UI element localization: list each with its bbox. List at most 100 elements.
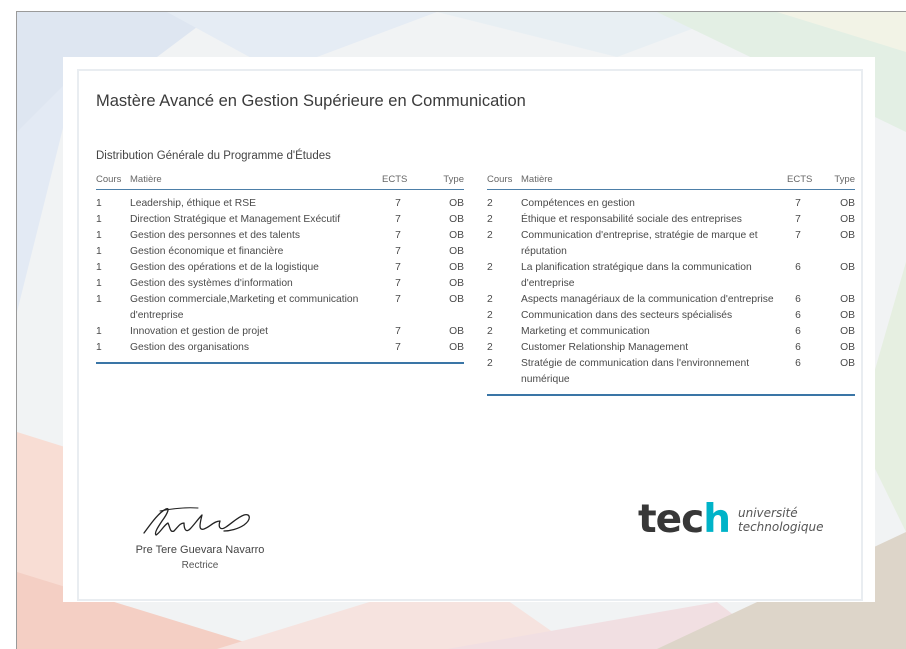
cell-type: OB bbox=[449, 214, 464, 225]
cell-subject: Gestion des opérations et de la logistiq… bbox=[130, 262, 319, 273]
cell-type: OB bbox=[449, 246, 464, 257]
cell-course: 2 bbox=[487, 326, 493, 337]
cell-type: OB bbox=[840, 214, 855, 225]
header-subject: Matière bbox=[521, 173, 787, 190]
cell-type: OB bbox=[449, 230, 464, 241]
table-row: 2 Communication d'entreprise, stratégie d… bbox=[487, 228, 855, 260]
cell-type: OB bbox=[840, 358, 855, 369]
table-row: 1 Gestion économique et financière 7 OB bbox=[96, 244, 464, 260]
cell-course: 2 bbox=[487, 310, 493, 321]
table-row: 1 Direction Stratégique et Management Exé… bbox=[96, 212, 464, 228]
table-row: 2 Marketing et communication 6 OB bbox=[487, 324, 855, 340]
cell-subject: Marketing et communication bbox=[521, 326, 650, 337]
logo-subtitle-line2: technologique bbox=[737, 519, 824, 534]
section-title: Distribution Générale du Programme d'Étu… bbox=[96, 150, 331, 162]
cell-ects: 7 bbox=[795, 214, 801, 225]
table-row: 1 Gestion commerciale,Marketing et commun… bbox=[96, 292, 464, 324]
cell-ects: 7 bbox=[395, 262, 401, 273]
cell-course: 1 bbox=[96, 214, 102, 225]
cell-type: OB bbox=[449, 326, 464, 337]
cell-course: 1 bbox=[96, 230, 102, 241]
logo-word-main: tec bbox=[638, 497, 704, 542]
cell-course: 1 bbox=[96, 342, 102, 353]
cell-subject: Direction Stratégique et Management Exéc… bbox=[130, 214, 341, 225]
cell-type: OB bbox=[840, 342, 855, 353]
logo-word-accent: h bbox=[703, 497, 731, 542]
table-row: 2 Aspects managériaux de la communication… bbox=[487, 292, 855, 308]
logo-subtitle-line1: université bbox=[737, 505, 798, 520]
table-row: 1 Gestion des organisations 7 OB bbox=[96, 340, 464, 363]
cell-ects: 7 bbox=[395, 214, 401, 225]
curriculum-table-year-1: Cours Matière ECTS Type 1 Leadership, éth… bbox=[96, 173, 464, 365]
cell-subject: Leadership, éthique et RSE bbox=[130, 198, 256, 209]
cell-subject: Customer Relationship Management bbox=[521, 342, 689, 353]
cell-ects: 7 bbox=[795, 230, 801, 241]
header-course: Cours bbox=[96, 173, 130, 190]
table-row: 1 Gestion des personnes et des talents 7 OB bbox=[96, 228, 464, 244]
cell-subject: La planification stratégique dans la com… bbox=[521, 262, 752, 289]
table-row: 1 Leadership, éthique et RSE 7 OB bbox=[96, 190, 464, 213]
cell-subject: Innovation et gestion de projet bbox=[130, 326, 268, 337]
university-logo: tec h université technologique bbox=[638, 500, 823, 539]
cell-ects: 6 bbox=[795, 358, 801, 369]
cell-type: OB bbox=[449, 342, 464, 353]
cell-type: OB bbox=[840, 326, 855, 337]
cell-ects: 7 bbox=[795, 198, 801, 209]
cell-course: 1 bbox=[96, 326, 102, 337]
cell-course: 2 bbox=[487, 262, 493, 273]
cell-ects: 6 bbox=[795, 326, 801, 337]
table-bottom-rule bbox=[487, 394, 855, 397]
signer-role: Rectrice bbox=[181, 560, 219, 571]
cell-type: OB bbox=[449, 278, 464, 289]
cell-subject: Gestion commerciale,Marketing et communi… bbox=[130, 294, 359, 321]
cell-type: OB bbox=[840, 230, 855, 241]
cell-subject: Gestion des personnes et des talents bbox=[130, 230, 301, 241]
cell-ects: 6 bbox=[795, 294, 801, 305]
table-header-row: Cours Matière ECTS Type bbox=[487, 173, 855, 190]
cell-ects: 7 bbox=[395, 342, 401, 353]
cell-course: 1 bbox=[96, 262, 102, 273]
cell-type: OB bbox=[840, 310, 855, 321]
cell-course: 2 bbox=[487, 214, 493, 225]
curriculum-table-year-2: Cours Matière ECTS Type 2 Compétences en … bbox=[487, 173, 855, 397]
logo-subtitle: université technologique bbox=[738, 506, 823, 534]
cell-subject: Aspects managériaux de la communication … bbox=[521, 294, 774, 305]
cell-course: 1 bbox=[96, 294, 102, 305]
cell-subject: Gestion des systèmes d'information bbox=[130, 278, 293, 289]
cell-type: OB bbox=[840, 294, 855, 305]
header-course: Cours bbox=[487, 173, 521, 190]
table-row: 2 Éthique et responsabilité sociale des e… bbox=[487, 212, 855, 228]
cell-subject: Éthique et responsabilité sociale des en… bbox=[521, 214, 742, 225]
cell-course: 2 bbox=[487, 358, 493, 369]
cell-subject: Compétences en gestion bbox=[521, 198, 635, 209]
cell-course: 1 bbox=[96, 198, 102, 209]
table-row: 2 Customer Relationship Management 6 OB bbox=[487, 340, 855, 356]
table-body: 2 Compétences en gestion 7 OB 2 Éthique et re… bbox=[487, 190, 855, 396]
table-bottom-rule bbox=[96, 362, 464, 365]
table-row: 1 Gestion des opérations et de la logisti… bbox=[96, 260, 464, 276]
header-subject: Matière bbox=[130, 173, 382, 190]
cell-ects: 7 bbox=[395, 246, 401, 257]
cell-subject: Gestion des organisations bbox=[130, 342, 250, 353]
table-row: 1 Innovation et gestion de projet 7 OB bbox=[96, 324, 464, 340]
cell-subject: Gestion économique et financière bbox=[130, 246, 284, 257]
table-row: 2 La planification stratégique dans la co… bbox=[487, 260, 855, 292]
logo-wordmark: tec h bbox=[638, 497, 731, 542]
cell-ects: 6 bbox=[795, 342, 801, 353]
table-row: 2 Stratégie de communication dans l'envir… bbox=[487, 356, 855, 395]
cell-type: OB bbox=[840, 262, 855, 273]
cell-subject: Stratégie de communication dans l'enviro… bbox=[521, 358, 750, 385]
header-ects: ECTS bbox=[382, 173, 414, 190]
cell-course: 2 bbox=[487, 230, 493, 241]
header-ects: ECTS bbox=[787, 173, 812, 190]
cell-ects: 7 bbox=[395, 198, 401, 209]
cell-ects: 7 bbox=[395, 278, 401, 289]
table-header-row: Cours Matière ECTS Type bbox=[96, 173, 464, 190]
cell-type: OB bbox=[449, 198, 464, 209]
signer-name: Pre Tere Guevara Navarro bbox=[135, 544, 265, 556]
header-type: Type bbox=[809, 173, 855, 190]
cell-ects: 6 bbox=[795, 310, 801, 321]
cell-subject: Communication d'entreprise, stratégie de… bbox=[521, 230, 758, 257]
cell-ects: 7 bbox=[395, 294, 401, 305]
table-row: 1 Gestion des systèmes d'information 7 OB bbox=[96, 276, 464, 292]
